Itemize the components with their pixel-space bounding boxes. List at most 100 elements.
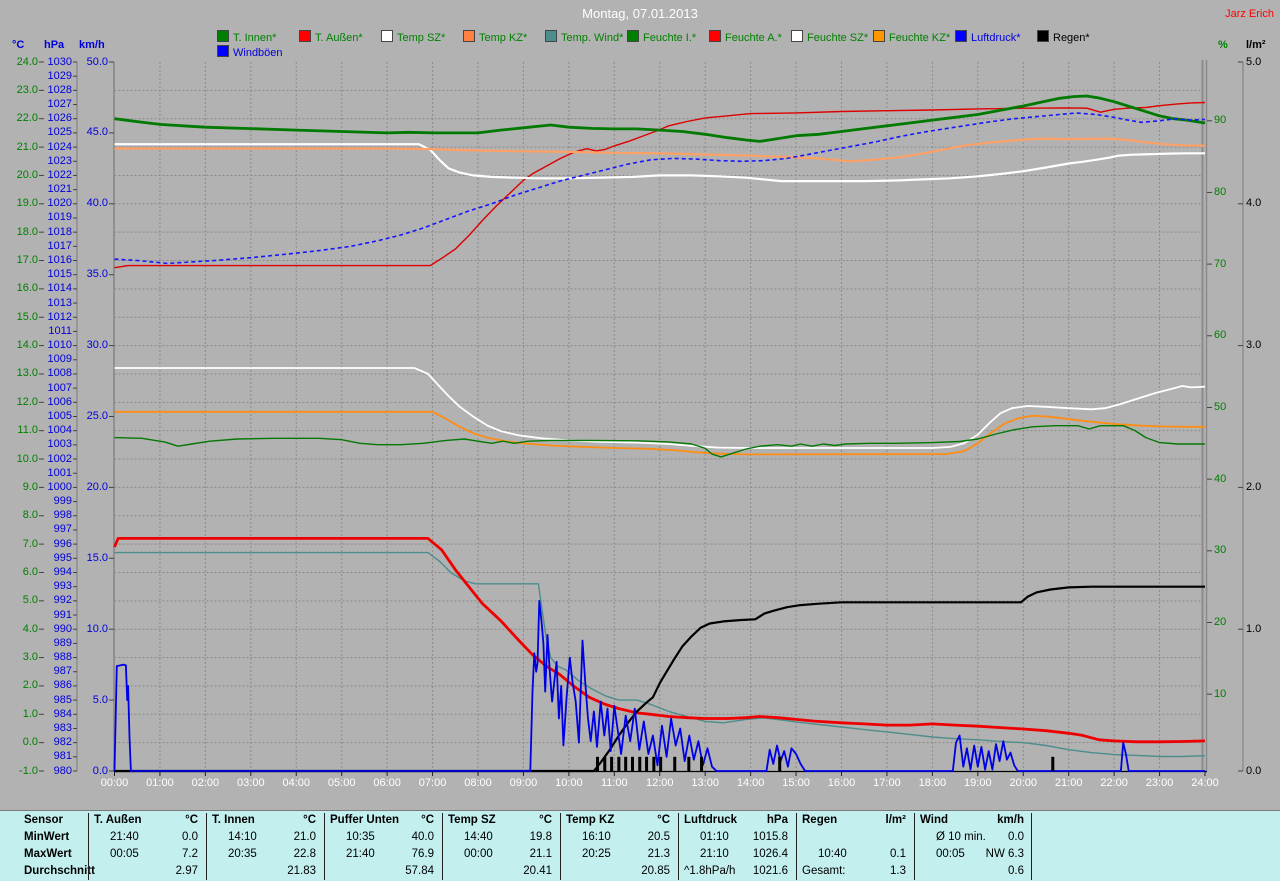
- table-row: 01:10 1015.8: [678, 831, 796, 847]
- table-row: 20:35 22.8: [206, 848, 324, 864]
- tick-label-celsius: 16.0: [16, 282, 38, 295]
- tick-label-hpa: 998: [53, 509, 72, 522]
- tick-label-hpa: 987: [53, 665, 72, 678]
- rain-bar: [778, 756, 782, 771]
- tick-label-hpa: 984: [53, 707, 72, 720]
- tick-label-percent: 30: [1214, 544, 1227, 557]
- tick-label-hpa: 1029: [47, 69, 72, 82]
- table-cell-value: 0.6: [1008, 865, 1024, 877]
- table-cell-left: Regen: [802, 814, 838, 826]
- tick-label-celsius: 11.0: [17, 424, 38, 437]
- table-cell-left: 16:10: [582, 831, 611, 843]
- table-row-label: Durchschnitt: [24, 865, 95, 877]
- rain-bar: [659, 756, 663, 771]
- table-column-luftdruck: Luftdruck hPa 01:10 1015.8 21:10 1026.4 ^1.8hP…: [678, 811, 796, 881]
- table-cell-left: 00:00: [464, 848, 493, 860]
- rain-bar: [610, 756, 614, 771]
- tick-label-hpa: 1004: [47, 424, 72, 437]
- tick-label-hour: 13:00: [691, 777, 719, 789]
- table-cell-value: °C: [657, 814, 670, 826]
- tick-label-hour: 15:00: [782, 777, 810, 789]
- table-column-wind: Wind km/h Ø 10 min. 0.0 00:05 NW 6.3 0.6: [914, 811, 1032, 881]
- table-cell-value: 0.0: [1008, 831, 1024, 843]
- rain-bar: [617, 756, 621, 771]
- rain-bar: [652, 756, 656, 771]
- tick-label-celsius: 8.0: [22, 509, 38, 522]
- tick-label-hpa: 996: [53, 537, 72, 550]
- tick-label-kmh: 0.0: [92, 764, 108, 777]
- table-cell-value: 21.1: [529, 848, 552, 860]
- tick-label-hpa: 1027: [47, 98, 72, 111]
- table-row: Wind km/h: [914, 814, 1032, 830]
- rain-bar: [645, 756, 649, 771]
- table-cell-value: °C: [421, 814, 434, 826]
- table-column-t-innen: T. Innen °C 14:10 21.0 20:35 22.8 21.83: [206, 811, 324, 881]
- tick-label-hpa: 1003: [47, 438, 72, 451]
- table-cell-left: Temp SZ: [448, 814, 496, 826]
- table-row: ^1.8hPa/h 1021.6: [678, 865, 796, 881]
- tick-label-kmh: 30.0: [86, 339, 108, 352]
- tick-label-hpa: 993: [53, 580, 72, 593]
- table-cell-left: 20:25: [582, 848, 611, 860]
- table-column-temp-sz: Temp SZ °C 14:40 19.8 00:00 21.1 20.41: [442, 811, 560, 881]
- rain-bar: [630, 756, 634, 771]
- table-cell-left: 21:10: [700, 848, 729, 860]
- rain-bar: [596, 756, 600, 771]
- tick-label-celsius: 7.0: [22, 537, 38, 550]
- table-cell-left: Gesamt:: [802, 865, 846, 877]
- table-cell-left: Temp KZ: [566, 814, 615, 826]
- tick-label-hour: 09:00: [509, 777, 538, 789]
- tick-label-hour: 20:00: [1009, 777, 1038, 789]
- tick-label-hour: 19:00: [964, 777, 992, 789]
- tick-label-lm2: 2.0: [1246, 480, 1262, 493]
- tick-label-hpa: 1017: [47, 239, 72, 252]
- tick-label-celsius: 1.0: [22, 707, 38, 720]
- tick-label-hour: 01:00: [146, 777, 174, 789]
- tick-label-hour: 04:00: [282, 777, 311, 789]
- table-cell-left: Ø 10 min.: [936, 831, 986, 843]
- table-cell-left: 20:35: [228, 848, 257, 860]
- table-row: Puffer Unten °C: [324, 814, 442, 830]
- table-cell-value: 21.83: [287, 865, 316, 877]
- tick-label-hour: 24:00: [1191, 777, 1219, 789]
- statistics-table: Sensor MinWert MaxWert Durchschnitt T. Außen…: [0, 810, 1280, 881]
- table-row-labels: Sensor MinWert MaxWert Durchschnitt: [0, 811, 95, 881]
- tick-label-celsius: 15.0: [16, 310, 38, 323]
- tick-label-kmh: 45.0: [86, 126, 108, 139]
- table-row: 21:40 0.0: [88, 831, 206, 847]
- table-cell-value: 1026.4: [752, 848, 788, 860]
- table-cell-value: 1021.6: [752, 865, 788, 877]
- table-cell-value: °C: [539, 814, 552, 826]
- table-cell-value: 20.85: [641, 865, 670, 877]
- tick-label-kmh: 5.0: [92, 693, 108, 706]
- tick-label-kmh: 10.0: [86, 622, 108, 635]
- tick-label-hpa: 1006: [47, 395, 72, 408]
- tick-label-celsius: 3.0: [22, 651, 38, 664]
- table-row: Regen l/m²: [796, 814, 914, 830]
- tick-label-celsius: 22.0: [16, 112, 38, 125]
- tick-label-kmh: 15.0: [86, 551, 108, 564]
- table-cell-value: 21.3: [647, 848, 670, 860]
- tick-label-percent: 70: [1214, 257, 1227, 270]
- rain-bar: [700, 756, 704, 771]
- tick-label-celsius: 19.0: [16, 197, 38, 210]
- table-column-t-au-en: T. Außen °C 21:40 0.0 00:05 7.2 2.97: [88, 811, 206, 881]
- table-cell-left: 10:40: [818, 848, 847, 860]
- table-cell-left: 00:05: [936, 848, 965, 860]
- tick-label-celsius: 9.0: [22, 480, 38, 493]
- tick-label-celsius: 0.0: [22, 736, 38, 749]
- tick-label-hpa: 992: [53, 594, 72, 607]
- tick-label-hour: 14:00: [736, 777, 765, 789]
- tick-label-celsius: 12.0: [16, 395, 38, 408]
- tick-label-kmh: 40.0: [86, 197, 108, 210]
- table-row: 57.84: [324, 865, 442, 881]
- rain-bar: [603, 756, 607, 771]
- table-cell-value: 0.1: [890, 848, 906, 860]
- tick-label-hour: 23:00: [1145, 777, 1174, 789]
- tick-label-celsius: 17.0: [16, 254, 38, 267]
- tick-label-hour: 08:00: [464, 777, 492, 789]
- table-cell-left: 00:05: [110, 848, 139, 860]
- tick-label-celsius: -1.0: [19, 764, 38, 777]
- tick-label-hour: 02:00: [191, 777, 220, 789]
- table-cell-left: Luftdruck: [684, 814, 738, 826]
